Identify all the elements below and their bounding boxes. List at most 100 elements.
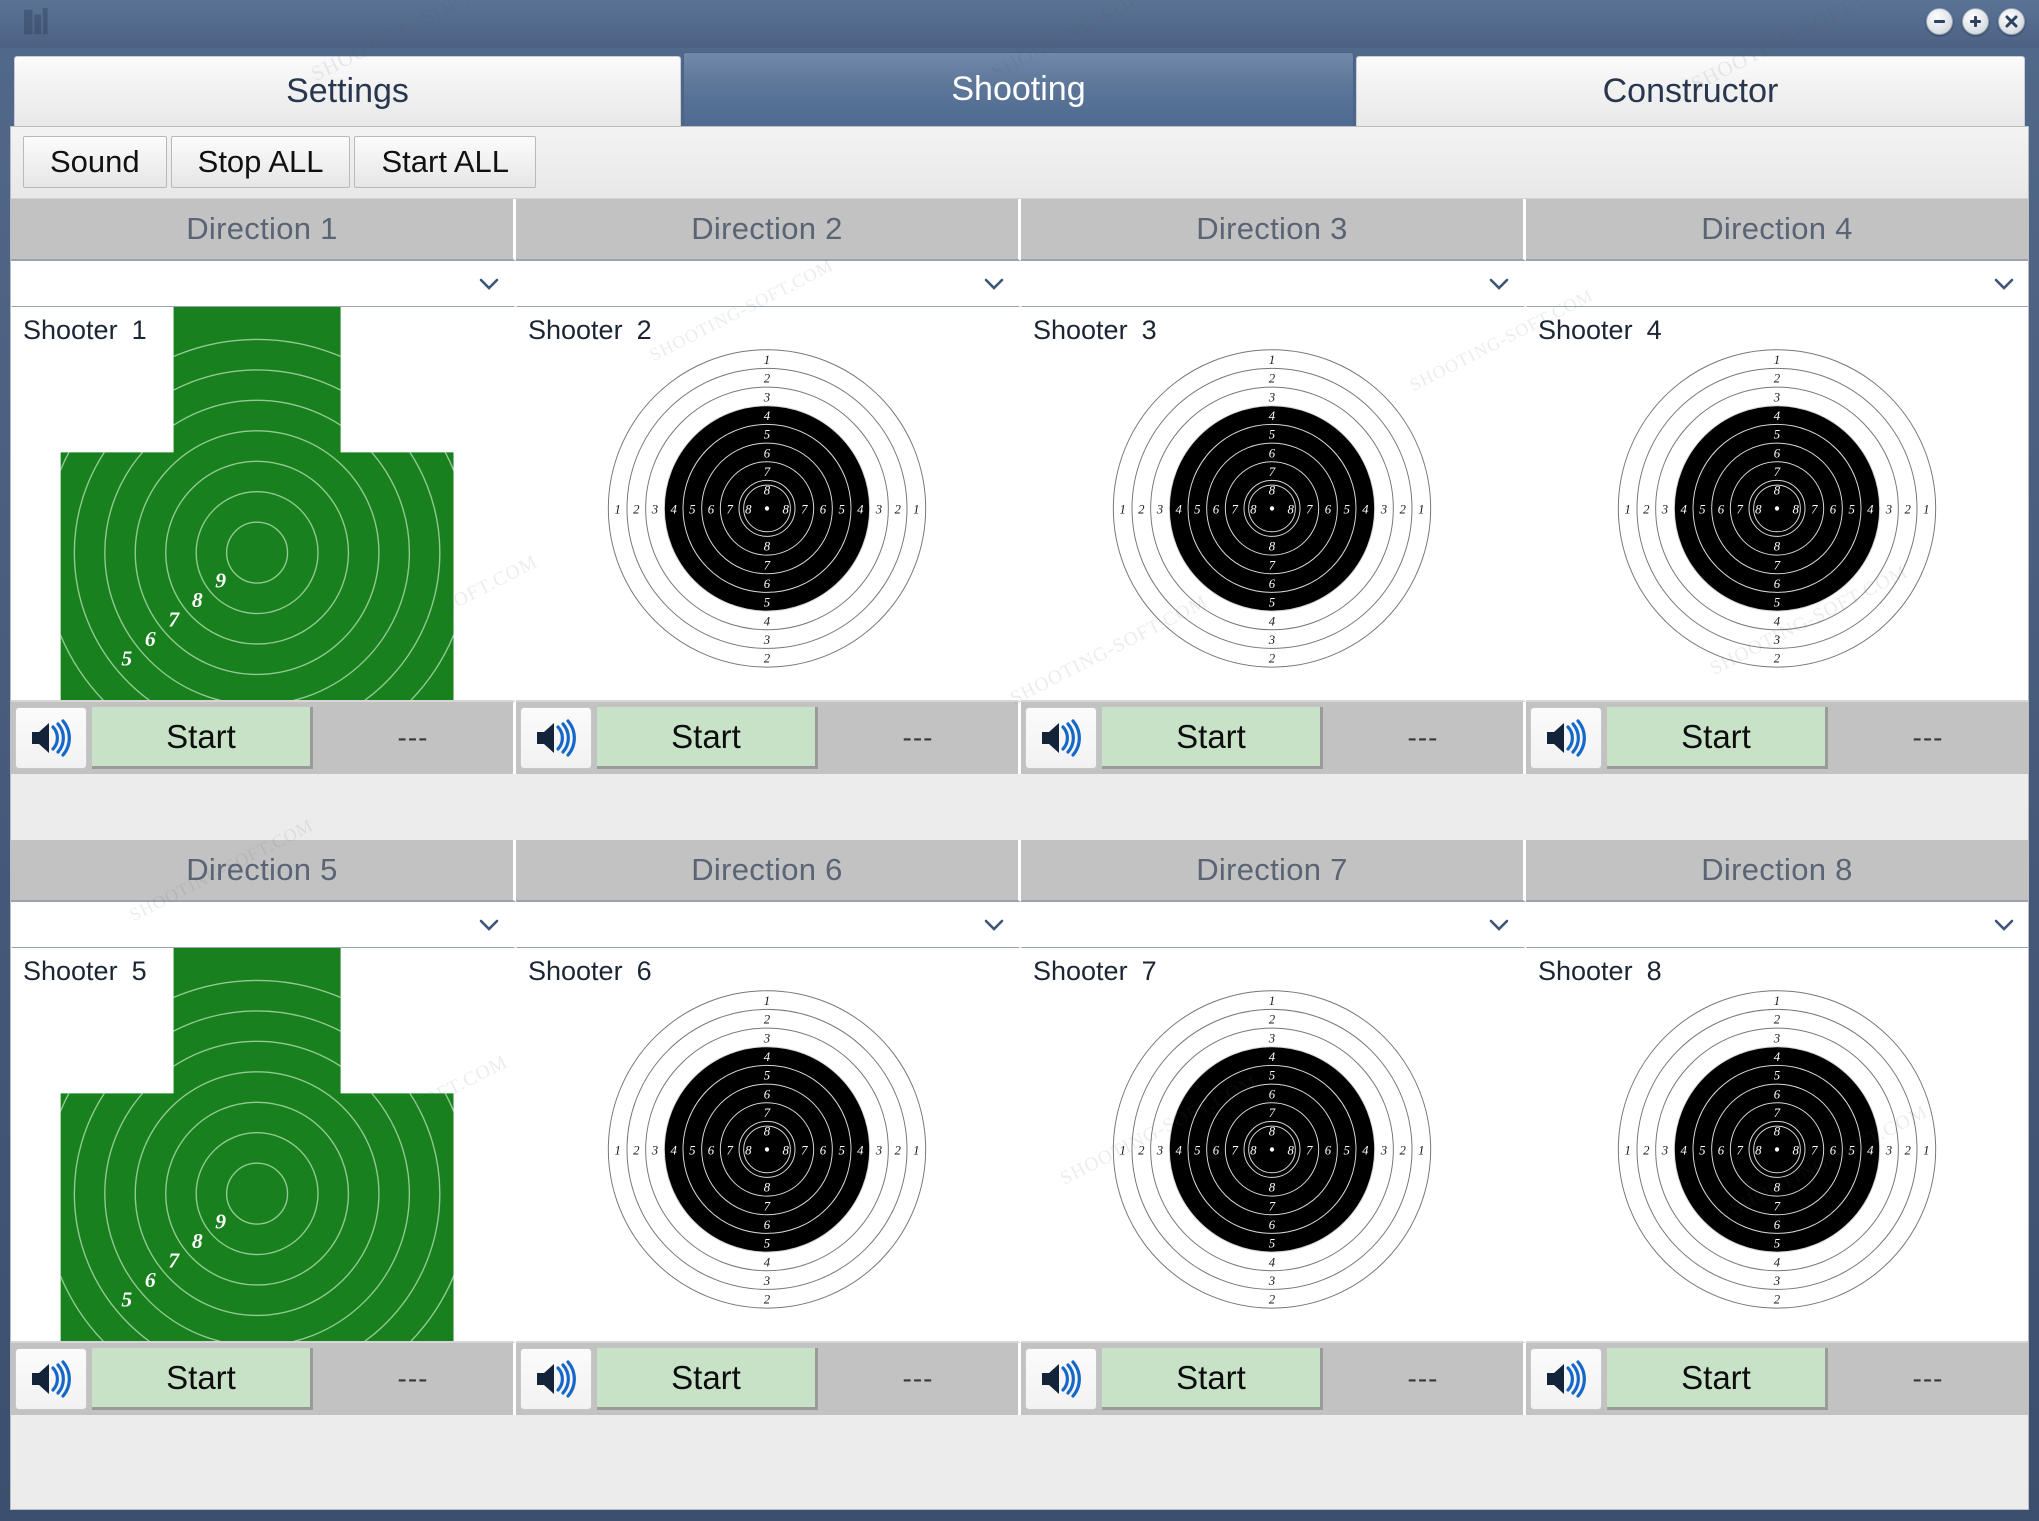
minimize-button[interactable]: [1926, 8, 1953, 35]
target-cell-1[interactable]: Shooter 1 98765: [11, 307, 516, 702]
start-button-2[interactable]: Start: [597, 707, 818, 769]
shooter-select-3[interactable]: [1021, 261, 1526, 307]
shooter-select-1[interactable]: [11, 261, 516, 307]
direction-header-2-label: Direction 2: [691, 211, 843, 246]
start-button-5[interactable]: Start: [92, 1348, 313, 1410]
sound-toggle-6[interactable]: [520, 1348, 592, 1410]
start-button-3[interactable]: Start: [1102, 707, 1323, 769]
circular-target-graphic: 1234567887654321 2 3 4 5 6 7 8 8 7 6 5 4 3 2 1: [521, 948, 1013, 1341]
svg-text:2: 2: [1138, 1143, 1145, 1157]
start-button-1-label: Start: [166, 717, 236, 755]
svg-text:5: 5: [1343, 1143, 1349, 1157]
start-button-7[interactable]: Start: [1102, 1348, 1323, 1410]
close-button[interactable]: [1998, 8, 2025, 35]
shooter-select-5[interactable]: [11, 902, 516, 948]
svg-text:7: 7: [801, 502, 808, 516]
svg-text:1: 1: [1774, 994, 1780, 1008]
target-cell-2[interactable]: Shooter 2 1234567887654321234567887654321: [516, 307, 1021, 702]
stop-all-button[interactable]: Stop ALL: [170, 136, 351, 188]
silhouette-target-graphic: 98765: [60, 307, 454, 700]
svg-text:4: 4: [764, 409, 771, 423]
tab-settings[interactable]: Settings: [14, 56, 681, 126]
lane-band-bottom: Direction 5 Direction 6 Direction 7 Dire…: [11, 840, 2028, 1481]
status-6: ---: [818, 1348, 1018, 1410]
svg-text:7: 7: [764, 1106, 771, 1120]
shooter-select-4[interactable]: [1526, 261, 2028, 307]
shooter-label-1: Shooter 1: [23, 315, 147, 345]
start-button-6[interactable]: Start: [597, 1348, 818, 1410]
sound-toggle-2[interactable]: [520, 707, 592, 769]
svg-text:1: 1: [1269, 994, 1275, 1008]
tab-strip: Settings Shooting Constructor: [0, 48, 2039, 126]
lane-controls-6: Start ---: [516, 1343, 1021, 1415]
svg-text:4: 4: [1867, 502, 1874, 516]
svg-text:8: 8: [782, 502, 789, 516]
start-button-3-label: Start: [1176, 717, 1246, 755]
lane-controls-3: Start ---: [1021, 702, 1526, 774]
start-button-5-label: Start: [166, 1358, 236, 1396]
svg-text:6: 6: [1774, 1218, 1781, 1232]
svg-text:4: 4: [857, 1143, 864, 1157]
svg-text:8: 8: [745, 502, 752, 516]
chevron-down-icon: [1994, 278, 2014, 290]
svg-text:1: 1: [614, 1143, 620, 1157]
svg-text:7: 7: [726, 502, 733, 516]
svg-text:7: 7: [1811, 502, 1818, 516]
target-cell-6[interactable]: Shooter 6 1234567887654321234567887654321: [516, 948, 1021, 1343]
direction-header-6: Direction 6: [516, 840, 1021, 902]
target-cell-3[interactable]: Shooter 3 1234567887654321234567887654321: [1021, 307, 1526, 702]
start-button-2-label: Start: [671, 717, 741, 755]
speaker-icon: [1547, 1360, 1586, 1398]
target-cell-7[interactable]: Shooter 7 1234567887654321234567887654321: [1021, 948, 1526, 1343]
target-cell-4[interactable]: Shooter 4 1234567887654321234567887654321: [1526, 307, 2028, 702]
target-cell-5[interactable]: Shooter 5 98765: [11, 948, 516, 1343]
shooter-label-5: Shooter 5: [23, 956, 147, 986]
sound-toggle-5[interactable]: [15, 1348, 87, 1410]
sound-toggle-4[interactable]: [1530, 707, 1602, 769]
svg-text:3: 3: [763, 390, 770, 404]
tab-constructor[interactable]: Constructor: [1356, 56, 2025, 126]
sound-toggle-7[interactable]: [1025, 1348, 1097, 1410]
tab-settings-label: Settings: [286, 72, 409, 110]
start-button-1[interactable]: Start: [92, 707, 313, 769]
svg-text:2: 2: [1774, 1293, 1781, 1307]
svg-text:2: 2: [1138, 502, 1145, 516]
speaker-icon: [32, 719, 71, 757]
shooter-select-7[interactable]: [1021, 902, 1526, 948]
shooter-label-6: Shooter 6: [528, 956, 652, 986]
start-all-button[interactable]: Start ALL: [354, 136, 537, 188]
shooter-select-2[interactable]: [516, 261, 1021, 307]
svg-text:7: 7: [1811, 1143, 1818, 1157]
direction-header-4: Direction 4: [1526, 199, 2028, 261]
direction-header-8-label: Direction 8: [1701, 852, 1853, 887]
tab-shooting[interactable]: Shooting: [683, 52, 1354, 126]
svg-text:1: 1: [1624, 1143, 1630, 1157]
sound-toggle-1[interactable]: [15, 707, 87, 769]
svg-text:6: 6: [1718, 502, 1725, 516]
svg-text:6: 6: [1325, 1143, 1332, 1157]
svg-text:1: 1: [614, 502, 620, 516]
sound-toggle-3[interactable]: [1025, 707, 1097, 769]
maximize-button[interactable]: [1962, 8, 1989, 35]
shooter-select-6[interactable]: [516, 902, 1021, 948]
svg-text:8: 8: [192, 588, 203, 612]
svg-text:4: 4: [764, 1255, 771, 1269]
svg-text:3: 3: [1885, 502, 1892, 516]
shooter-select-8[interactable]: [1526, 902, 2028, 948]
svg-text:5: 5: [764, 596, 770, 610]
svg-text:3: 3: [1773, 390, 1780, 404]
chevron-down-icon: [984, 919, 1004, 931]
start-button-8[interactable]: Start: [1607, 1348, 1828, 1410]
svg-text:4: 4: [1680, 1143, 1687, 1157]
svg-text:8: 8: [1755, 1143, 1762, 1157]
start-button-4[interactable]: Start: [1607, 707, 1828, 769]
svg-text:8: 8: [192, 1229, 203, 1253]
sound-toggle-8[interactable]: [1530, 1348, 1602, 1410]
svg-text:4: 4: [1680, 502, 1687, 516]
target-cell-8[interactable]: Shooter 8 1234567887654321234567887654321: [1526, 948, 2028, 1343]
sound-button[interactable]: Sound: [23, 136, 167, 188]
direction-header-5: Direction 5: [11, 840, 516, 902]
svg-text:8: 8: [764, 540, 771, 554]
svg-text:8: 8: [1755, 502, 1762, 516]
svg-text:2: 2: [1269, 652, 1276, 666]
